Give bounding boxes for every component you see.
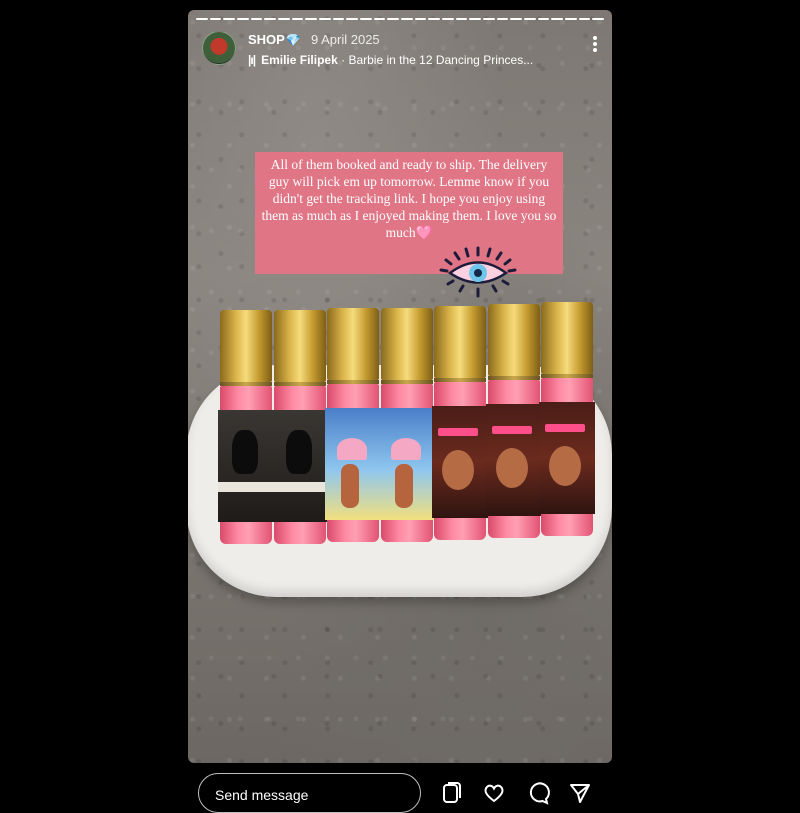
comment-icon[interactable]: [526, 781, 550, 805]
pink-heart-emoji: 🩷: [415, 225, 433, 240]
progress-segment: [237, 18, 249, 20]
diamond-icon: 💎: [285, 33, 301, 47]
gold-cap: [541, 302, 593, 374]
bottle-body: [539, 378, 595, 536]
evil-eye-sticker: [439, 246, 517, 298]
progress-segment: [332, 18, 345, 20]
progress-segment: [551, 18, 564, 20]
progress-segment: [496, 18, 509, 20]
progress-segment: [510, 18, 523, 20]
gold-cap: [434, 306, 486, 378]
gold-cap: [487, 304, 540, 376]
progress-segment: [264, 18, 277, 20]
caption-text: All of them booked and ready to ship. Th…: [261, 157, 557, 240]
progress-segment: [346, 18, 359, 20]
story-progress-bar: [196, 18, 605, 20]
progress-segment: [414, 18, 427, 20]
progress-segment: [373, 18, 386, 20]
send-icon[interactable]: [568, 781, 592, 805]
music-artist: Emilie Filipek: [261, 53, 338, 67]
bottle-label-cat: [271, 410, 328, 522]
roll-on-bottle: [378, 308, 435, 542]
progress-segment: [401, 18, 413, 20]
send-message-input[interactable]: Send message: [198, 773, 421, 813]
roll-on-bottle: [485, 304, 542, 538]
bottle-label-mohini: [485, 404, 542, 516]
roll-on-bottle: [271, 310, 328, 544]
username[interactable]: SHOP💎: [248, 32, 301, 47]
progress-segment: [578, 18, 591, 20]
more-options-icon[interactable]: [592, 36, 598, 54]
gold-cap: [220, 310, 272, 382]
progress-segment: [278, 18, 290, 20]
progress-segment: [291, 18, 304, 20]
story-viewer[interactable]: SHOP💎 9 April 2025 |ı| Emilie Filipek · B…: [188, 10, 612, 763]
bottle-body: [432, 382, 488, 540]
progress-segment: [592, 18, 605, 20]
gold-cap: [273, 310, 326, 382]
progress-segment: [360, 18, 372, 20]
bottle-body: [485, 380, 542, 538]
progress-segment: [524, 18, 536, 20]
reels-icon[interactable]: [440, 781, 464, 805]
avatar[interactable]: [202, 31, 236, 65]
progress-segment: [455, 18, 468, 20]
progress-segment: [483, 18, 495, 20]
roll-on-bottle: [432, 306, 488, 540]
bottle-label-mohini: [539, 402, 595, 514]
story-footer: Send message: [188, 763, 612, 813]
progress-segment: [387, 18, 400, 20]
progress-segment: [565, 18, 577, 20]
progress-segment: [209, 18, 222, 20]
bottle-label-lotus: [378, 408, 435, 520]
gold-cap: [327, 308, 379, 380]
bottle-label-lotus: [325, 408, 381, 520]
roll-on-bottle: [325, 308, 381, 542]
progress-segment: [196, 18, 208, 20]
bottle-body: [271, 386, 328, 544]
bottle-label-cat: [218, 410, 274, 522]
gold-cap: [380, 308, 433, 380]
bottle-body: [378, 384, 435, 542]
music-title: · Barbie in the 12 Dancing Princes...: [341, 53, 534, 67]
story-date: 9 April 2025: [311, 32, 380, 47]
progress-segment: [537, 18, 550, 20]
heart-icon[interactable]: [482, 781, 506, 805]
progress-segment: [319, 18, 331, 20]
progress-segment: [223, 18, 236, 20]
roll-on-bottle: [218, 310, 274, 544]
progress-segment: [250, 18, 263, 20]
bottle-label-mohini: [432, 406, 488, 518]
music-sticker[interactable]: |ı| Emilie Filipek · Barbie in the 12 Dan…: [248, 53, 533, 67]
roll-on-bottle: [539, 302, 595, 536]
progress-segment: [428, 18, 441, 20]
progress-segment: [442, 18, 454, 20]
music-bars-icon: |ı|: [248, 53, 256, 67]
progress-segment: [469, 18, 482, 20]
bottle-body: [218, 386, 274, 544]
bottle-body: [325, 384, 381, 542]
progress-segment: [305, 18, 318, 20]
